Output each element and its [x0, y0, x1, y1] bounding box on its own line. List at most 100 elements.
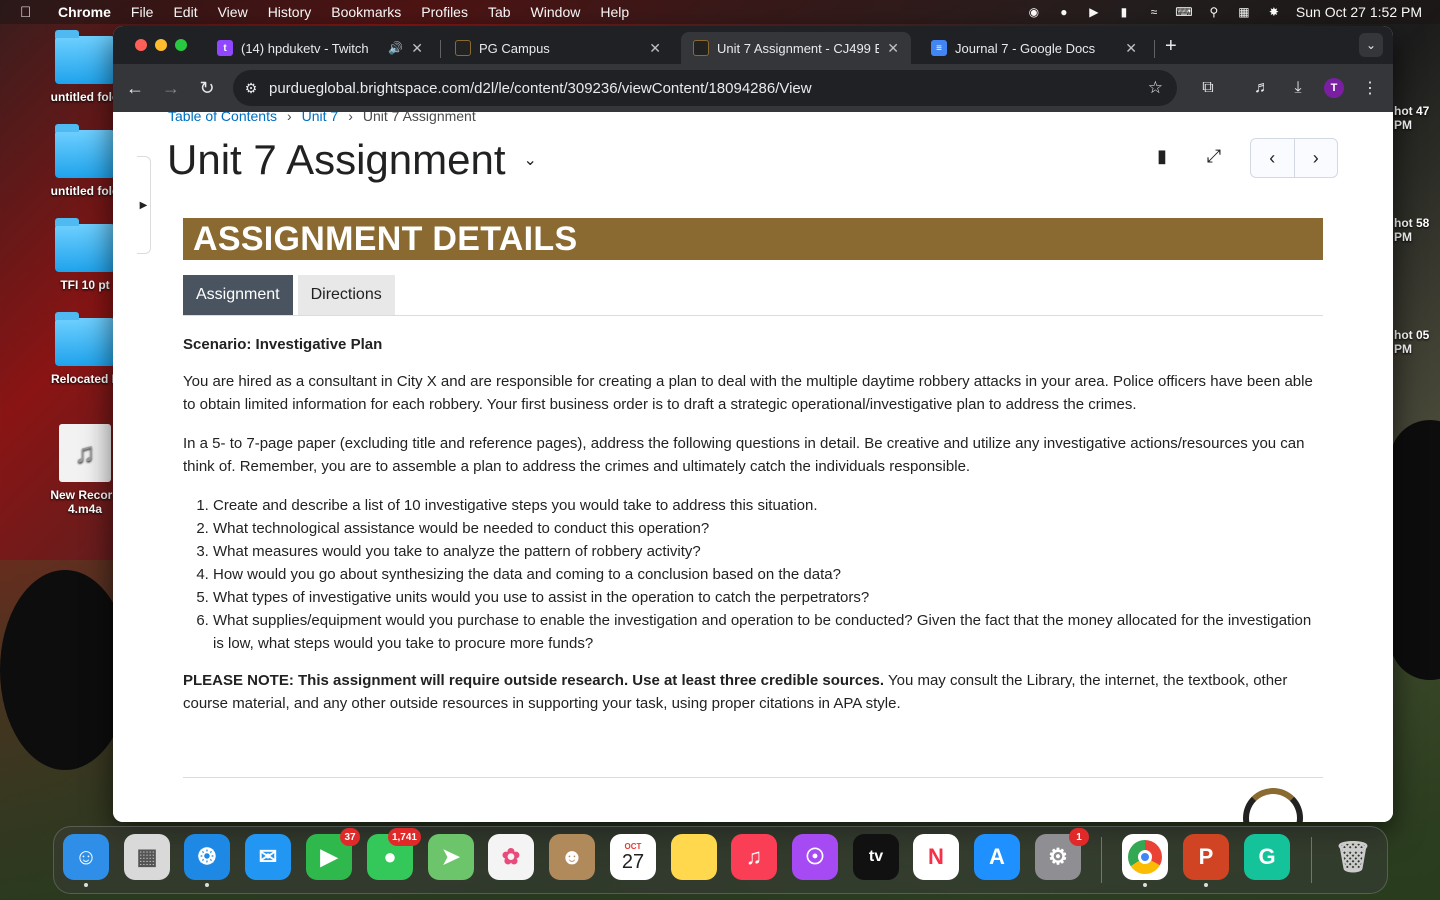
menu-file[interactable]: File	[131, 4, 154, 20]
site-info-icon[interactable]: ⚙	[233, 80, 269, 97]
close-window-button[interactable]	[135, 39, 147, 51]
siri-icon[interactable]: ✸	[1266, 5, 1282, 19]
menu-help[interactable]: Help	[600, 4, 629, 20]
facetime-icon[interactable]: ▶ 37	[306, 828, 360, 880]
safari-icon[interactable]: ❂	[184, 834, 230, 887]
title-dropdown-chevron-icon[interactable]: ⌄	[524, 150, 537, 170]
photos-icon[interactable]: ✿	[488, 834, 534, 880]
battery-icon[interactable]: ▮	[1116, 5, 1132, 19]
twitch-icon: t	[217, 40, 233, 56]
menu-view[interactable]: View	[218, 4, 248, 20]
url-text[interactable]: purdueglobal.brightspace.com/d2l/le/cont…	[269, 80, 812, 97]
running-indicator	[1204, 883, 1208, 887]
tab-title: Journal 7 - Google Docs	[955, 40, 1096, 56]
wifi-icon[interactable]: ≈	[1146, 5, 1162, 19]
topic-navigation: ‹ ›	[1250, 138, 1338, 178]
browser-tab-twitch[interactable]: t (14) hpduketv - Twitch 🔊 ✕	[205, 32, 435, 64]
play-icon[interactable]: ▶	[1086, 5, 1102, 19]
bookmark-star-icon[interactable]: ☆	[1148, 78, 1163, 98]
fullscreen-icon[interactable]: ⤢	[1198, 140, 1230, 172]
notes-icon[interactable]	[671, 834, 717, 880]
running-indicator	[205, 883, 209, 887]
control-center-icon[interactable]: ▦	[1236, 5, 1252, 19]
keyboard-icon[interactable]: ⌨	[1175, 5, 1192, 19]
next-topic-button[interactable]: ›	[1295, 139, 1338, 177]
breadcrumb-separator-icon: ›	[286, 112, 292, 124]
close-tab-icon[interactable]: ✕	[887, 40, 899, 57]
news-icon[interactable]: N	[913, 834, 959, 880]
powerpoint-icon[interactable]: P	[1183, 834, 1229, 887]
minimize-window-button[interactable]	[155, 39, 167, 51]
page-title: Unit 7 Assignment	[167, 136, 506, 183]
browser-toolbar: ← → ↻ ⚙ purdueglobal.brightspace.com/d2l…	[113, 64, 1393, 112]
extensions-icon[interactable]: ⧉	[1196, 76, 1220, 100]
maps-icon[interactable]: ➤	[428, 834, 474, 880]
grammarly-icon[interactable]: G	[1244, 834, 1290, 880]
menu-edit[interactable]: Edit	[173, 4, 197, 20]
menu-profiles[interactable]: Profiles	[421, 4, 468, 20]
menu-bookmarks[interactable]: Bookmarks	[331, 4, 401, 20]
list-item: What measures would you take to analyze …	[213, 540, 1323, 563]
appletv-icon[interactable]: tv	[853, 834, 899, 880]
breadcrumb-current: Unit 7 Assignment	[362, 112, 476, 124]
music-icon[interactable]: ♫	[731, 834, 777, 880]
tab-search-button[interactable]: ⌄	[1359, 33, 1383, 57]
notification-badge: 1,741	[387, 828, 421, 846]
menu-window[interactable]: Window	[531, 4, 581, 20]
tab-assignment[interactable]: Assignment	[183, 275, 293, 315]
browser-tab-pg-campus[interactable]: PG Campus ✕	[443, 32, 673, 64]
purdue-global-icon	[693, 40, 709, 56]
system-settings-icon[interactable]: ⚙ 1	[1035, 828, 1089, 880]
questions-list: Create and describe a list of 10 investi…	[183, 494, 1323, 655]
appletv-label: tv	[868, 848, 884, 865]
media-controls-icon[interactable]: ♬	[1250, 76, 1274, 100]
mail-icon[interactable]: ✉	[245, 834, 291, 880]
apple-menu-icon[interactable]: 	[20, 4, 36, 21]
back-button[interactable]: ←	[123, 76, 147, 100]
menu-history[interactable]: History	[268, 4, 312, 20]
profile-avatar[interactable]: T	[1322, 76, 1346, 100]
reload-button[interactable]: ↻	[195, 76, 219, 100]
browser-tab-google-docs[interactable]: ≡ Journal 7 - Google Docs ✕	[919, 32, 1149, 64]
menu-tab[interactable]: Tab	[488, 4, 511, 20]
browser-tab-unit7[interactable]: Unit 7 Assignment - CJ499 B ✕	[681, 32, 911, 64]
new-tab-button[interactable]: +	[1165, 35, 1177, 58]
list-item: How would you go about synthesizing the …	[213, 563, 1323, 586]
trash-icon[interactable]: 🗑	[1330, 834, 1376, 880]
downloads-icon[interactable]: ⤓	[1286, 76, 1310, 100]
podcasts-icon[interactable]: ☉	[792, 834, 838, 880]
close-tab-icon[interactable]: ✕	[1125, 40, 1137, 57]
breadcrumb-unit[interactable]: Unit 7	[302, 112, 339, 124]
appstore-icon[interactable]: A	[974, 834, 1020, 880]
grammarly-status-icon[interactable]: ◉	[1026, 5, 1042, 19]
tab-directions[interactable]: Directions	[297, 275, 395, 315]
tab-strip: t (14) hpduketv - Twitch 🔊 ✕ PG Campus ✕…	[113, 26, 1393, 64]
menu-clock[interactable]: Sun Oct 27 1:52 PM	[1296, 4, 1422, 20]
close-tab-icon[interactable]: ✕	[649, 40, 661, 57]
calendar-icon[interactable]: OCT 27	[610, 834, 656, 880]
messages-icon[interactable]: ● 1,741	[367, 828, 421, 880]
chrome-logo-center	[1138, 850, 1152, 864]
chrome-menu-icon[interactable]: ⋮	[1358, 76, 1382, 100]
audio-playing-icon[interactable]: 🔊	[388, 41, 403, 55]
address-bar[interactable]: ⚙ purdueglobal.brightspace.com/d2l/le/co…	[233, 70, 1177, 106]
toc-panel-toggle[interactable]: ▶	[137, 156, 151, 254]
previous-topic-button[interactable]: ‹	[1251, 139, 1295, 177]
menu-app-name[interactable]: Chrome	[58, 4, 111, 20]
forward-button[interactable]: →	[159, 76, 183, 100]
close-tab-icon[interactable]: ✕	[411, 40, 423, 57]
breadcrumb-table-of-contents[interactable]: Table of Contents	[168, 112, 277, 124]
window-controls	[135, 39, 187, 51]
bookmark-icon[interactable]: ▮	[1146, 140, 1178, 172]
avatar: T	[1324, 78, 1344, 98]
contacts-icon[interactable]: ☻	[549, 834, 595, 880]
finder-icon[interactable]: ☺	[63, 834, 109, 887]
screen-record-icon[interactable]: ●	[1056, 5, 1072, 19]
page-title-container: Unit 7 Assignment ⌄	[167, 136, 537, 184]
chrome-icon[interactable]	[1122, 834, 1168, 887]
spotlight-search-icon[interactable]: ⚲	[1206, 5, 1222, 19]
desktop-peek-label: hot 05 PM	[1394, 328, 1430, 356]
dock: ☺ ▦ ❂ ✉ ▶ 37 ● 1,741 ➤ ✿ ☻ OCT 27 ♫ ☉ tv N…	[53, 826, 1388, 894]
zoom-window-button[interactable]	[175, 39, 187, 51]
launchpad-icon[interactable]: ▦	[124, 834, 170, 880]
